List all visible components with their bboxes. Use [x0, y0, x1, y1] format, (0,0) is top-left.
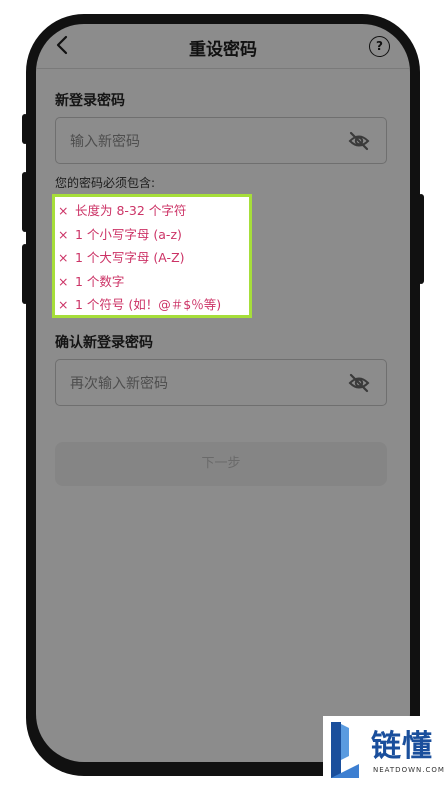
cross-icon: × — [58, 250, 69, 265]
requirements-list: × 长度为 8-32 个字符 × 1 个小写字母 (a-z) × 1 个大写字母 (A… — [52, 194, 252, 318]
requirement-item: × 1 个符号 (如！@＃$％等) — [58, 293, 249, 317]
requirement-item: × 1 个数字 — [58, 270, 249, 294]
page-title: 重设密码 — [189, 40, 257, 60]
confirm-password-field[interactable] — [55, 359, 387, 406]
confirm-password-input[interactable] — [68, 372, 332, 396]
next-button[interactable]: 下一步 — [55, 442, 387, 486]
cross-icon: × — [58, 297, 69, 312]
watermark-site: NEATDOWN.COM — [373, 766, 445, 774]
requirement-text: 1 个符号 (如！@＃$％等) — [75, 297, 222, 312]
watermark: 链懂 NEATDOWN.COM — [323, 716, 445, 786]
cross-icon: × — [58, 203, 69, 218]
eye-off-icon[interactable] — [348, 131, 370, 151]
requirement-item: × 1 个大写字母 (A-Z) — [58, 246, 249, 270]
help-icon[interactable]: ? — [369, 36, 390, 57]
new-password-label: 新登录密码 — [55, 93, 125, 109]
watermark-brand: 链懂 — [371, 729, 433, 764]
cross-icon: × — [58, 226, 69, 242]
app-screen: 重设密码 ? 新登录密码 您的密码必须包含: × 长度为 8-32 个字符 × 1 … — [36, 24, 410, 762]
phone-power-button — [418, 194, 424, 284]
requirement-item: × 长度为 8-32 个字符 — [58, 199, 249, 223]
requirement-text: 1 个数字 — [75, 273, 125, 289]
brand-logo-icon — [331, 722, 359, 778]
requirement-text: 长度为 8-32 个字符 — [75, 203, 187, 218]
new-password-input[interactable] — [68, 130, 332, 154]
nav-divider — [36, 68, 410, 69]
requirement-text: 1 个大写字母 (A-Z) — [75, 250, 185, 265]
requirements-title: 您的密码必须包含: — [55, 176, 156, 190]
new-password-field[interactable] — [55, 117, 387, 164]
phone-side-button — [22, 114, 28, 144]
eye-off-icon[interactable] — [348, 373, 370, 393]
requirement-text: 1 个小写字母 (a-z) — [75, 226, 182, 242]
navigation-bar: 重设密码 ? — [36, 24, 410, 68]
requirement-item: × 1 个小写字母 (a-z) — [58, 223, 249, 247]
phone-volume-down-button — [22, 244, 28, 304]
phone-volume-up-button — [22, 172, 28, 232]
cross-icon: × — [58, 273, 69, 289]
confirm-password-label: 确认新登录密码 — [55, 335, 153, 351]
